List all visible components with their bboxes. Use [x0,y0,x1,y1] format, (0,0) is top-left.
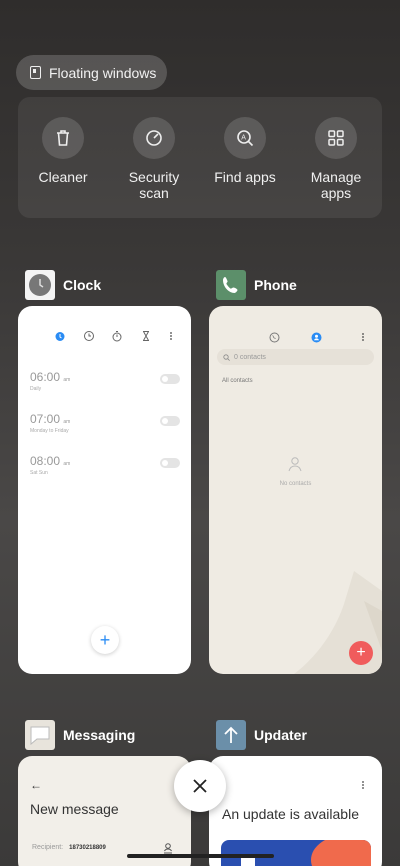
more-options-icon[interactable] [168,330,174,342]
alarm-icon[interactable] [54,330,66,342]
svg-text:A: A [241,135,246,142]
plus-icon: + [356,644,366,661]
cleaner-button[interactable]: Cleaner [23,117,103,185]
phone-app-card[interactable]: 0 contacts All contacts No contacts + [209,306,382,674]
close-icon [193,779,207,793]
alarm-time: 08:00 [30,454,61,468]
stopwatch-icon[interactable] [111,330,123,342]
manage-apps-button[interactable]: Manage apps [296,117,376,201]
alarm-row[interactable]: 06:00 am Daily [30,370,180,392]
more-options-icon[interactable] [360,330,366,348]
find-apps-label: Find apps [214,169,276,185]
security-scan-label: Security scan [128,169,180,201]
alarm-repeat: Monday to Friday [30,428,69,434]
find-apps-button[interactable]: A Find apps [205,117,285,185]
world-clock-icon[interactable] [83,330,95,342]
clock-app-name: Clock [63,277,102,293]
floating-windows-button[interactable]: Floating windows [16,55,167,90]
gauge-icon [133,117,175,159]
alarm-repeat: Daily [30,386,42,392]
alarm-ampm: am [63,461,71,467]
alarm-ampm: am [63,377,71,383]
updater-app-name: Updater [254,727,307,743]
back-arrow-icon[interactable]: ← [30,778,42,792]
phone-app-header[interactable]: Phone [216,270,297,300]
more-options-icon[interactable] [360,778,366,796]
updater-app-header[interactable]: Updater [216,720,307,750]
manage-apps-label: Manage apps [310,169,362,201]
trash-icon [42,117,84,159]
updater-app-card[interactable]: An update is available [209,756,382,866]
floating-windows-label: Floating windows [49,64,157,81]
no-contacts-text: No contacts [279,481,312,487]
recipient-chip[interactable]: 18730218809 [69,845,106,851]
plus-icon: + [99,629,111,650]
recents-tab-icon[interactable] [269,330,280,348]
floating-window-icon [30,66,41,79]
grid-icon [315,117,357,159]
alarm-row[interactable]: 07:00 am Monday to Friday [30,412,180,434]
find-apps-icon: A [224,117,266,159]
add-contact-button[interactable]: + [349,641,373,665]
alarm-time: 07:00 [30,412,61,426]
messaging-app-header[interactable]: Messaging [25,720,135,750]
alarm-toggle[interactable] [160,374,180,384]
security-scan-button[interactable]: Security scan [114,117,194,201]
alarm-repeat: Sat Sun [30,470,48,476]
person-icon [287,456,303,477]
alarm-toggle[interactable] [160,458,180,468]
clock-app-header[interactable]: Clock [25,270,101,300]
update-banner [221,840,371,866]
phone-app-icon [216,270,246,300]
search-placeholder: 0 contacts [234,353,266,361]
home-indicator[interactable] [127,854,274,858]
updater-app-icon [216,720,246,750]
clock-tabs [54,330,174,342]
search-icon [223,353,230,361]
alarm-ampm: am [63,419,71,425]
clock-app-icon [25,270,55,300]
phone-app-name: Phone [254,277,297,293]
alarm-toggle[interactable] [160,416,180,426]
update-available-title: An update is available [222,806,359,822]
alarm-row[interactable]: 08:00 am Sat Sun [30,454,180,476]
recipient-row[interactable]: Recipient: 18730218809 [32,844,106,851]
close-all-button[interactable] [174,760,226,812]
contacts-search-input[interactable]: 0 contacts [217,349,374,365]
messaging-app-card[interactable]: ← New message Recipient: 18730218809 [18,756,191,866]
quick-tools-panel: Cleaner Security scan A Find apps Manage… [18,97,382,218]
all-contacts-label: All contacts [222,378,253,384]
cleaner-label: Cleaner [38,169,88,185]
new-message-title: New message [30,801,119,817]
messaging-app-icon [25,720,55,750]
timer-icon[interactable] [140,330,152,342]
messaging-app-name: Messaging [63,727,136,743]
recipient-label: Recipient: [32,844,64,851]
alarm-time: 06:00 [30,370,61,384]
contacts-tab-icon[interactable] [311,330,322,348]
add-alarm-button[interactable]: + [91,626,119,654]
clock-app-card[interactable]: 06:00 am Daily 07:00 am Monday to Friday… [18,306,191,674]
